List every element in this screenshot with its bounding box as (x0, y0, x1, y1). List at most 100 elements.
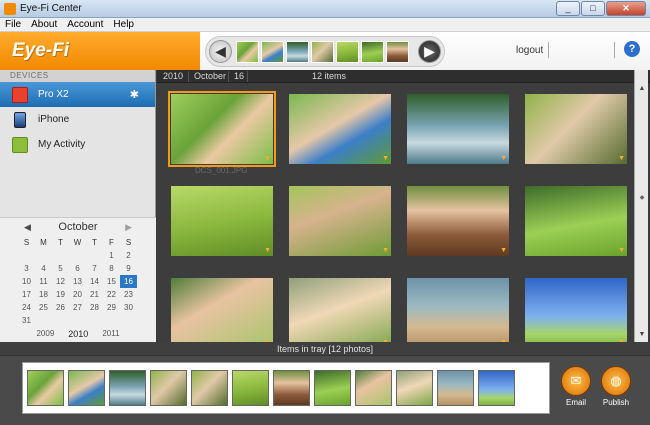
weekday-label: F (109, 238, 114, 247)
tray-thumbnail[interactable] (232, 370, 269, 406)
next-arrow-icon[interactable]: ▶ (418, 40, 441, 63)
calendar-day[interactable]: 29 (103, 301, 120, 314)
tray-thumbnail[interactable] (150, 370, 187, 406)
gear-icon[interactable]: ✱ (130, 88, 139, 101)
previous-month-icon[interactable]: ◀ (24, 218, 31, 236)
photo-thumbnail[interactable]: ▼ (171, 186, 273, 256)
calendar-day[interactable]: 6 (69, 262, 86, 275)
recent-thumbnail[interactable] (386, 41, 409, 63)
devices-label: DEVICES (0, 70, 155, 82)
calendar-day[interactable]: 12 (52, 275, 69, 288)
logout-link[interactable]: logout (516, 45, 543, 56)
calendar-day[interactable]: 13 (69, 275, 86, 288)
calendar-day[interactable]: 25 (35, 301, 52, 314)
photo-thumbnail[interactable]: ▼ (289, 186, 391, 256)
photo-thumbnail[interactable]: ▼ (525, 278, 627, 348)
tray-thumbnails (27, 370, 515, 406)
tray-thumbnail[interactable] (437, 370, 474, 406)
photo-thumbnail[interactable]: ▼ (171, 278, 273, 348)
calendar-day[interactable]: 8 (103, 262, 120, 275)
scroll-thumb[interactable]: ◆ (637, 194, 647, 202)
device-pro-x2[interactable]: Pro X2 ✱ (0, 82, 155, 107)
minimize-button[interactable]: _ (556, 1, 580, 16)
menu-help[interactable]: Help (108, 18, 139, 31)
calendar-empty-cell (103, 314, 120, 327)
breadcrumb-year[interactable]: 2010 (159, 70, 187, 83)
calendar-day[interactable]: 31 (18, 314, 35, 327)
tray-label: Items in tray [12 photos] (0, 342, 650, 356)
tray-thumbnail[interactable] (27, 370, 64, 406)
photo-thumbnail[interactable]: ▼ (168, 91, 276, 167)
breadcrumb-month[interactable]: October (190, 70, 230, 83)
photo-thumbnail[interactable]: ▼ (407, 278, 509, 348)
photo-thumbnail[interactable]: ▼ (525, 186, 627, 256)
calendar-day[interactable]: 30 (120, 301, 137, 314)
menu-file[interactable]: File (0, 18, 26, 31)
photo-thumbnail[interactable]: ▼ (289, 278, 391, 348)
calendar-day[interactable]: 19 (52, 288, 69, 301)
tray-thumbnail[interactable] (191, 370, 228, 406)
tray-thumbnail[interactable] (68, 370, 105, 406)
recent-thumbnail[interactable] (336, 41, 359, 63)
device-my-activity[interactable]: My Activity (0, 132, 155, 157)
recent-thumbnail[interactable] (261, 41, 284, 63)
tray-thumbnail[interactable] (355, 370, 392, 406)
device-iphone[interactable]: iPhone (0, 107, 155, 132)
calendar-day[interactable]: 21 (86, 288, 103, 301)
year-2009[interactable]: 2009 (36, 329, 54, 339)
year-2011[interactable]: 2011 (102, 329, 119, 339)
calendar-day[interactable]: 3 (18, 262, 35, 275)
tray-thumbnail[interactable] (109, 370, 146, 406)
vertical-scrollbar[interactable]: ▲ ◆ ▼ (634, 70, 648, 342)
photo-thumbnail[interactable]: ▼ (289, 94, 391, 164)
calendar-day[interactable]: 17 (18, 288, 35, 301)
breadcrumb-day[interactable]: 16 (230, 70, 248, 83)
previous-arrow-icon[interactable]: ◀ (209, 40, 232, 63)
calendar-day[interactable]: 5 (52, 262, 69, 275)
calendar-day[interactable]: 27 (69, 301, 86, 314)
close-button[interactable]: ✕ (606, 1, 646, 16)
calendar-day[interactable]: 15 (103, 275, 120, 288)
calendar-day[interactable]: 24 (18, 301, 35, 314)
next-month-icon[interactable]: ▶ (125, 218, 132, 236)
calendar-day[interactable]: 26 (52, 301, 69, 314)
recent-thumbnail[interactable] (236, 41, 259, 63)
year-2010[interactable]: 2010 (68, 329, 88, 339)
calendar-day[interactable]: 4 (35, 262, 52, 275)
calendar-day[interactable]: 22 (103, 288, 120, 301)
maximize-button[interactable]: □ (581, 1, 605, 16)
calendar-empty-cell (86, 314, 103, 327)
calendar-day[interactable]: 1 (103, 249, 120, 262)
recent-thumbnail[interactable] (286, 41, 309, 63)
tray-thumbnail[interactable] (314, 370, 351, 406)
calendar-day[interactable]: 10 (18, 275, 35, 288)
calendar-day[interactable]: 7 (86, 262, 103, 275)
calendar-day[interactable]: 23 (120, 288, 137, 301)
calendar-day[interactable]: 9 (120, 262, 137, 275)
tray-thumbnail[interactable] (478, 370, 515, 406)
recent-thumbnail[interactable] (311, 41, 334, 63)
email-button[interactable]: ✉ Email (558, 366, 594, 407)
photo-thumbnail[interactable]: ▼ (407, 94, 509, 164)
scroll-down-icon[interactable]: ▼ (637, 330, 647, 340)
scroll-up-icon[interactable]: ▲ (637, 84, 647, 94)
menu-account[interactable]: Account (62, 18, 108, 31)
header-divider (548, 42, 549, 58)
title-bar: Eye-Fi Center _ □ ✕ (0, 0, 650, 18)
photo-thumbnail[interactable]: ▼ (407, 186, 509, 256)
weekday-label: W (73, 238, 82, 247)
help-icon[interactable]: ? (624, 41, 640, 57)
calendar-day[interactable]: 18 (35, 288, 52, 301)
recent-thumbnail[interactable] (361, 41, 384, 63)
calendar-day[interactable]: 20 (69, 288, 86, 301)
publish-button[interactable]: ◍ Publish (598, 366, 634, 407)
calendar-day[interactable]: 11 (35, 275, 52, 288)
tray-thumbnail[interactable] (273, 370, 310, 406)
calendar-day[interactable]: 16 (120, 275, 137, 288)
tray-thumbnail[interactable] (396, 370, 433, 406)
menu-about[interactable]: About (26, 18, 62, 31)
calendar-day[interactable]: 28 (86, 301, 103, 314)
photo-thumbnail[interactable]: ▼ (525, 94, 627, 164)
calendar-day[interactable]: 2 (120, 249, 137, 262)
calendar-day[interactable]: 14 (86, 275, 103, 288)
